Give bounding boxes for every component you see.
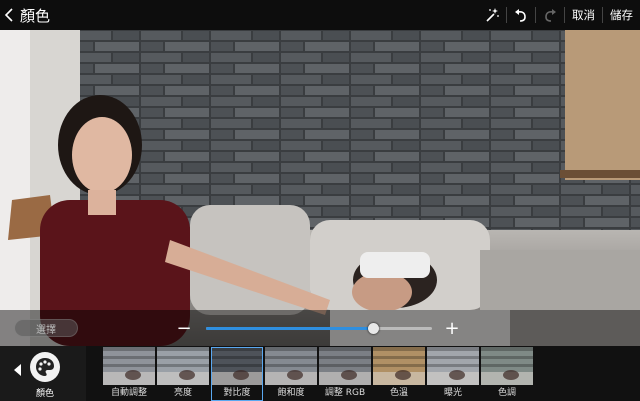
filter-preview-image: [265, 347, 317, 385]
filter-label: 調整 RGB: [324, 388, 366, 398]
filter-label: 自動調整: [110, 388, 147, 398]
decrease-button[interactable]: −: [176, 318, 192, 339]
filter-label: 曝光: [443, 388, 462, 398]
top-bar: 顏色 取消 儲存: [0, 0, 640, 30]
back-button[interactable]: [0, 0, 18, 30]
filter-label: 飽和度: [277, 388, 305, 398]
redo-icon: [545, 9, 556, 22]
page-title: 顏色: [20, 6, 51, 25]
undo-button[interactable]: [507, 0, 535, 30]
slider-handle[interactable]: [368, 323, 380, 334]
filter-preview-image: [103, 347, 155, 385]
chevron-left-icon: [4, 8, 13, 22]
adjustment-bar: 選擇 − +: [0, 310, 640, 346]
save-button[interactable]: 儲存: [603, 0, 640, 30]
filter-preview-image: [157, 347, 209, 385]
filter-strip: 顏色 自動調整 亮度 對比度 飽和度 調整 RGB 色溫 曝光 色調: [0, 346, 640, 401]
contrast-slider[interactable]: [206, 323, 432, 334]
filter-thumbnail[interactable]: 色溫: [373, 347, 425, 401]
filter-thumbnail[interactable]: 對比度: [211, 347, 263, 401]
filter-label: 亮度: [173, 388, 192, 398]
triangle-left-icon[interactable]: [14, 364, 22, 376]
undo-icon: [515, 9, 526, 22]
auto-enhance-button[interactable]: [478, 0, 506, 30]
filter-thumbnails: 自動調整 亮度 對比度 飽和度 調整 RGB 色溫 曝光 色調: [103, 347, 535, 401]
filter-label: 色調: [497, 388, 516, 398]
magic-wand-icon: [486, 8, 499, 22]
color-category-button[interactable]: [30, 352, 60, 382]
filter-thumbnail[interactable]: 自動調整: [103, 347, 155, 401]
category-label: 顏色: [35, 389, 54, 399]
filter-thumbnail[interactable]: 曝光: [427, 347, 479, 401]
filter-preview-image: [319, 347, 371, 385]
edited-photo: [0, 30, 640, 346]
filter-thumbnail[interactable]: 亮度: [157, 347, 209, 401]
filter-thumbnail[interactable]: 調整 RGB: [319, 347, 371, 401]
select-button[interactable]: 選擇: [14, 319, 78, 337]
filter-preview-image: [211, 347, 263, 385]
slider-fill: [206, 327, 374, 330]
filter-label: 對比度: [223, 388, 251, 398]
palette-icon: [36, 358, 54, 376]
cancel-button[interactable]: 取消: [565, 0, 602, 30]
filter-preview-image: [427, 347, 479, 385]
filter-preview-image: [481, 347, 533, 385]
increase-button[interactable]: +: [444, 318, 460, 339]
filter-label: 色溫: [389, 388, 408, 398]
redo-button[interactable]: [536, 0, 564, 30]
photo-canvas[interactable]: [0, 30, 640, 346]
filter-thumbnail[interactable]: 飽和度: [265, 347, 317, 401]
filter-preview-image: [373, 347, 425, 385]
filter-thumbnail[interactable]: 色調: [481, 347, 533, 401]
category-panel: 顏色: [0, 346, 86, 401]
